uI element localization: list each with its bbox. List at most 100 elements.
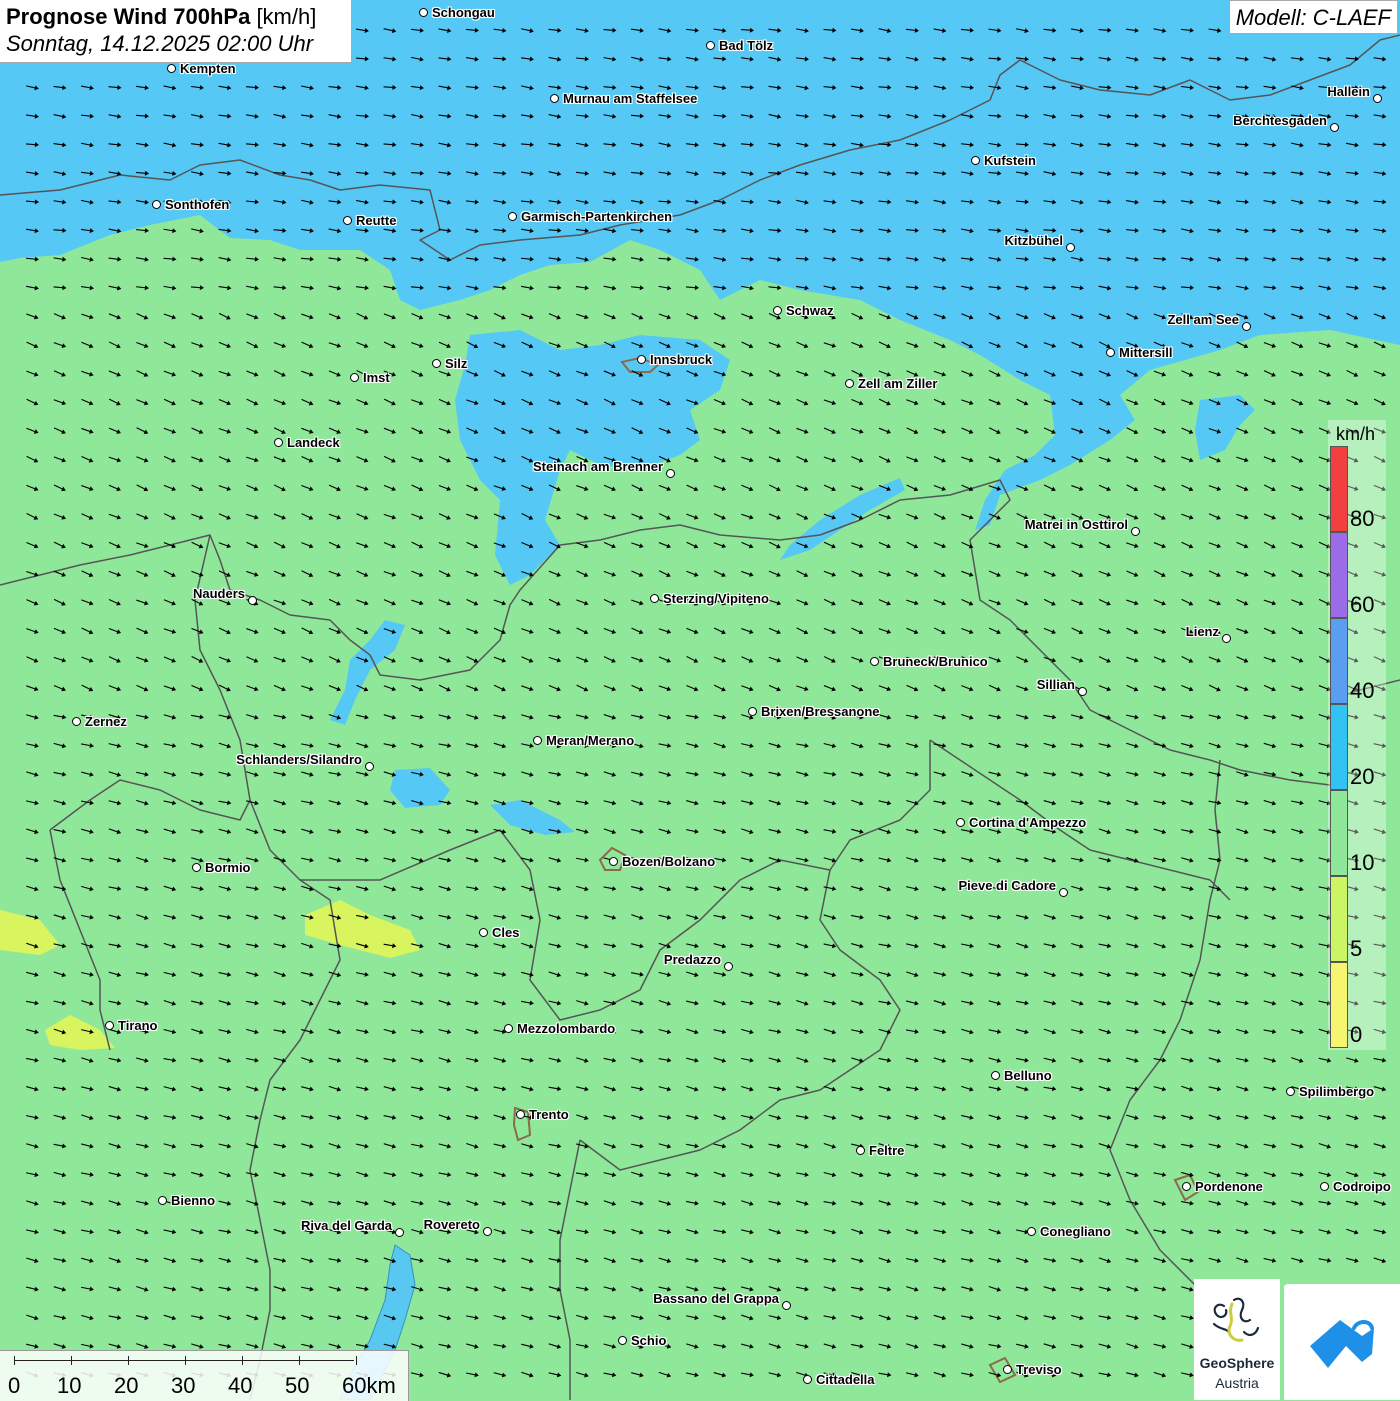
city-marker[interactable]: [748, 707, 757, 716]
city-marker[interactable]: [1286, 1087, 1295, 1096]
city-marker[interactable]: [550, 94, 559, 103]
title-box: Prognose Wind 700hPa [km/h] Sonntag, 14.…: [0, 0, 352, 63]
city-marker[interactable]: [1027, 1227, 1036, 1236]
city-marker[interactable]: [870, 657, 879, 666]
scale-label: 20: [114, 1373, 139, 1398]
city-label: Predazzo: [663, 952, 721, 967]
city-marker[interactable]: [365, 762, 374, 771]
scale-label: 10: [57, 1373, 82, 1398]
scale-tick: [299, 1356, 300, 1365]
city-marker[interactable]: [609, 857, 618, 866]
city-label: Tirano: [118, 1018, 158, 1033]
city-marker[interactable]: [1131, 527, 1140, 536]
city-marker[interactable]: [72, 717, 81, 726]
city-marker[interactable]: [504, 1024, 513, 1033]
city-marker[interactable]: [666, 469, 675, 478]
city-marker[interactable]: [803, 1375, 812, 1384]
model-label: Modell: C-LAEF: [1228, 0, 1398, 34]
city-marker[interactable]: [1059, 888, 1068, 897]
city-marker[interactable]: [105, 1021, 114, 1030]
city-marker[interactable]: [1242, 322, 1251, 331]
city-marker[interactable]: [1182, 1182, 1191, 1191]
city-marker[interactable]: [856, 1146, 865, 1155]
city-label: Mittersill: [1119, 345, 1173, 360]
geosphere-name: GeoSphere: [1199, 1355, 1275, 1371]
city-label: Bozen/Bolzano: [622, 854, 716, 869]
city-marker[interactable]: [419, 8, 428, 17]
city-marker[interactable]: [773, 306, 782, 315]
scale-tick: [71, 1356, 72, 1365]
city-marker[interactable]: [192, 863, 201, 872]
city-marker[interactable]: [637, 355, 646, 364]
city-marker[interactable]: [479, 928, 488, 937]
city-label: Landeck: [287, 435, 340, 450]
city-marker[interactable]: [991, 1071, 1000, 1080]
city-marker[interactable]: [1330, 123, 1339, 132]
legend-tick-label: 0: [1350, 1022, 1363, 1047]
city-marker[interactable]: [618, 1336, 627, 1345]
geosphere-logo[interactable]: GeoSphere Austria: [1194, 1279, 1280, 1400]
city-marker[interactable]: [248, 596, 257, 605]
city-marker[interactable]: [533, 736, 542, 745]
city-marker[interactable]: [432, 359, 441, 368]
city-label: Bruneck/Brunico: [883, 654, 988, 669]
city-marker[interactable]: [1373, 94, 1382, 103]
city-label: Schongau: [432, 5, 495, 20]
scale-label: 60km: [342, 1373, 396, 1398]
city-marker[interactable]: [706, 41, 715, 50]
city-marker[interactable]: [1003, 1365, 1012, 1374]
city-label: Sillian: [1036, 677, 1075, 692]
city-label: Cortina d'Ampezzo: [969, 815, 1087, 830]
legend-color-segment: [1330, 962, 1348, 1048]
city-label: Berchtesgaden: [1233, 113, 1327, 128]
city-label: Spilimbergo: [1299, 1084, 1375, 1099]
city-label: Lienz: [1185, 624, 1219, 639]
city-label: Bad Tölz: [719, 38, 774, 53]
city-label: Murnau am Staffelsee: [563, 91, 698, 106]
city-label: Meran/Merano: [546, 733, 635, 748]
city-label: Codroipo: [1333, 1179, 1391, 1194]
city-marker[interactable]: [650, 594, 659, 603]
city-label: Riva del Garda: [300, 1218, 392, 1233]
legend-color-segment: [1330, 876, 1348, 962]
legend-color-segment: [1330, 704, 1348, 790]
city-marker[interactable]: [956, 818, 965, 827]
legend-tick-label: 5: [1350, 936, 1363, 961]
scale-label: 30: [171, 1373, 196, 1398]
city-label: Pieve di Cadore: [958, 878, 1056, 893]
legend-tick-label: 20: [1350, 764, 1375, 789]
scale-tick: [14, 1356, 15, 1365]
city-marker[interactable]: [508, 212, 517, 221]
city-marker[interactable]: [343, 216, 352, 225]
scale-label: 50: [285, 1373, 310, 1398]
city-marker[interactable]: [1320, 1182, 1329, 1191]
city-marker[interactable]: [516, 1110, 525, 1119]
city-label: Hallein: [1327, 84, 1370, 99]
city-label: Bienno: [171, 1193, 216, 1208]
legend-color-segment: [1330, 790, 1348, 876]
city-label: Zell am Ziller: [858, 376, 938, 391]
city-marker[interactable]: [782, 1301, 791, 1310]
city-marker[interactable]: [152, 200, 161, 209]
city-label: Kufstein: [984, 153, 1036, 168]
city-marker[interactable]: [395, 1228, 404, 1237]
city-label: Kitzbühel: [1004, 233, 1064, 248]
city-marker[interactable]: [1078, 687, 1087, 696]
city-marker[interactable]: [1066, 243, 1075, 252]
city-marker[interactable]: [1222, 634, 1231, 643]
title-unit: [km/h]: [256, 4, 317, 29]
city-marker[interactable]: [971, 156, 980, 165]
city-marker[interactable]: [158, 1196, 167, 1205]
city-marker[interactable]: [483, 1227, 492, 1236]
city-label: Brixen/Bressanone: [761, 704, 880, 719]
city-marker[interactable]: [1106, 348, 1115, 357]
city-marker[interactable]: [350, 373, 359, 382]
app-logo[interactable]: [1284, 1284, 1400, 1400]
city-marker[interactable]: [724, 962, 733, 971]
city-label: Trento: [529, 1107, 569, 1122]
city-marker[interactable]: [167, 64, 176, 73]
city-marker[interactable]: [845, 379, 854, 388]
city-label: Mezzolombardo: [517, 1021, 616, 1036]
legend-tick-label: 10: [1350, 850, 1375, 875]
city-marker[interactable]: [274, 438, 283, 447]
